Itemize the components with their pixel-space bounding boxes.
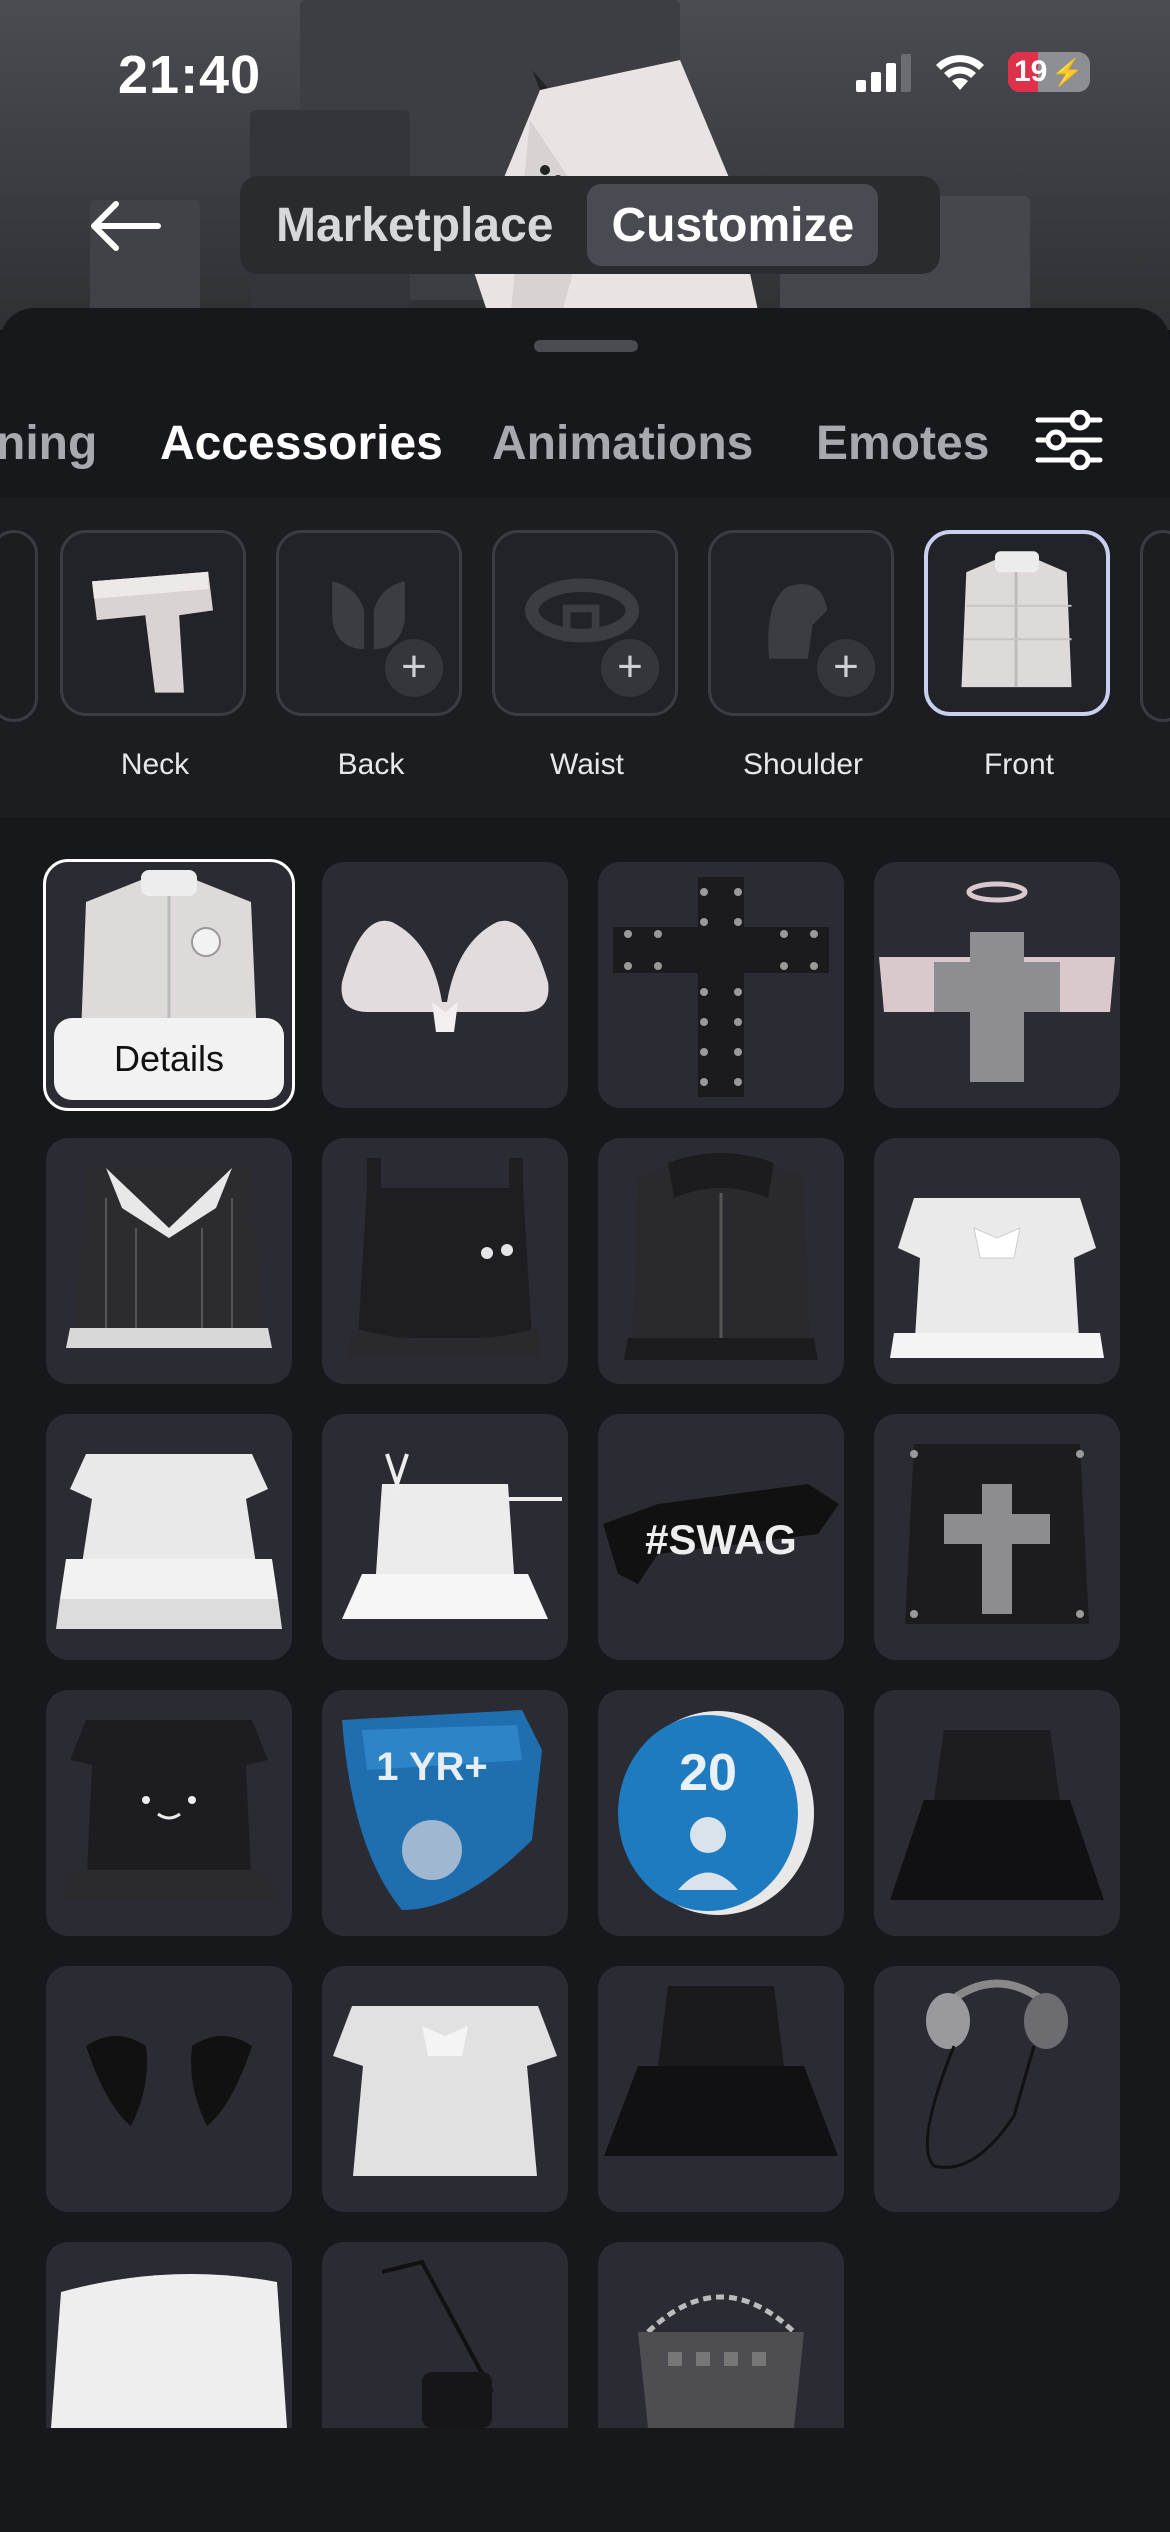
item-thumbnail: 1 YR+ xyxy=(342,1710,542,1910)
item-thumbnail xyxy=(51,2274,287,2428)
back-arrow-icon[interactable] xyxy=(90,200,162,252)
item-thumbnail xyxy=(624,1153,818,1360)
item-thumbnail: #SWAG xyxy=(603,1484,839,1584)
add-icon: + xyxy=(817,639,875,697)
item-card[interactable] xyxy=(46,1414,292,1660)
item-thumbnail xyxy=(604,1986,838,2156)
item-card[interactable]: 20 xyxy=(598,1690,844,1936)
item-thumbnail xyxy=(905,1444,1089,1624)
item-card[interactable] xyxy=(874,862,1120,1108)
signal-icon xyxy=(856,54,911,92)
slot-front[interactable]: Front xyxy=(924,530,1114,782)
tab-accessories[interactable]: Accessories xyxy=(160,416,443,471)
item-card[interactable] xyxy=(598,1138,844,1384)
item-card[interactable] xyxy=(874,1690,1120,1936)
charging-bolt-icon: ⚡ xyxy=(1051,56,1084,87)
item-card[interactable] xyxy=(46,2242,292,2428)
slot-front-box xyxy=(924,530,1110,716)
tab-animations[interactable]: Animations xyxy=(492,416,753,471)
item-thumbnail xyxy=(60,1720,278,1900)
header-segmented-control: Marketplace Customize xyxy=(240,176,940,274)
slot-back-box: + xyxy=(276,530,462,716)
item-thumbnail xyxy=(86,2036,252,2126)
tab-customize[interactable]: Customize xyxy=(587,184,879,266)
item-card[interactable]: #SWAG xyxy=(598,1414,844,1660)
item-card[interactable] xyxy=(46,1690,292,1936)
item-thumbnail xyxy=(890,1198,1104,1358)
slot-waist[interactable]: + Waist xyxy=(492,530,682,782)
badge-text: 1 YR+ xyxy=(376,1745,488,1789)
item-card[interactable] xyxy=(322,862,568,1108)
slot-label: Waist xyxy=(550,748,624,781)
status-time: 21:40 xyxy=(118,45,262,105)
item-thumbnail xyxy=(56,1454,282,1629)
tab-marketplace[interactable]: Marketplace xyxy=(252,184,577,266)
item-card[interactable] xyxy=(598,2242,844,2428)
slot-label: Front xyxy=(983,748,1055,781)
slot-offscreen-left xyxy=(0,530,38,722)
slot-shoulder-box: + xyxy=(708,530,894,716)
battery-level: 19 xyxy=(1014,55,1048,88)
swag-text: #SWAG xyxy=(645,1516,797,1563)
battery-indicator: 19 ⚡ xyxy=(1008,52,1090,92)
item-thumbnail xyxy=(890,1730,1104,1900)
details-button[interactable]: Details xyxy=(54,1018,284,1100)
scarf-thumbnail xyxy=(92,571,213,693)
item-thumbnail xyxy=(381,2259,494,2428)
item-thumbnail xyxy=(341,920,549,1032)
accessory-slots: Neck + Back + Waist + Shoulder Front xyxy=(0,498,1170,818)
item-thumbnail xyxy=(638,2294,804,2428)
item-card[interactable] xyxy=(322,1414,568,1660)
item-thumbnail xyxy=(66,1168,272,1348)
item-thumbnail xyxy=(333,2006,557,2176)
slot-label: Back xyxy=(337,748,405,781)
item-card[interactable] xyxy=(322,1138,568,1384)
item-thumbnail: 20 xyxy=(618,1711,814,1915)
item-card[interactable] xyxy=(598,862,844,1108)
item-card[interactable] xyxy=(46,1966,292,2212)
item-card[interactable] xyxy=(46,1138,292,1384)
slot-label: Neck xyxy=(120,748,190,781)
item-thumbnail xyxy=(348,1158,542,1358)
vest-thumbnail xyxy=(961,551,1072,688)
tab-clothing[interactable]: ning xyxy=(0,416,97,471)
slot-neck-box xyxy=(60,530,246,716)
coin-text: 20 xyxy=(679,1744,737,1802)
slot-waist-box: + xyxy=(492,530,678,716)
item-card[interactable] xyxy=(874,1966,1120,2212)
slot-back[interactable]: + Back xyxy=(276,530,466,782)
slot-offscreen-right xyxy=(1140,530,1170,722)
slot-neck[interactable]: Neck xyxy=(60,530,250,782)
item-thumbnail xyxy=(613,877,829,1097)
tab-emotes[interactable]: Emotes xyxy=(816,416,989,471)
item-thumbnail xyxy=(925,1979,1068,2169)
item-card[interactable] xyxy=(598,1966,844,2212)
slot-label: Shoulder xyxy=(742,748,864,781)
item-card[interactable] xyxy=(322,1966,568,2212)
item-card[interactable]: Details xyxy=(43,859,295,1111)
item-card[interactable] xyxy=(874,1414,1120,1660)
filter-sliders-icon[interactable] xyxy=(1034,410,1104,470)
status-icons: 19 ⚡ xyxy=(856,52,1090,92)
item-card[interactable] xyxy=(874,1138,1120,1384)
item-thumbnail xyxy=(879,881,1115,1082)
slot-shoulder[interactable]: + Shoulder xyxy=(708,530,898,782)
add-icon: + xyxy=(385,639,443,697)
sheet-grabber[interactable] xyxy=(534,340,638,352)
item-card[interactable] xyxy=(322,2242,568,2428)
wifi-icon xyxy=(936,55,984,90)
add-icon: + xyxy=(601,639,659,697)
item-thumbnail xyxy=(342,1453,562,1619)
item-card[interactable]: 1 YR+ xyxy=(322,1690,568,1936)
